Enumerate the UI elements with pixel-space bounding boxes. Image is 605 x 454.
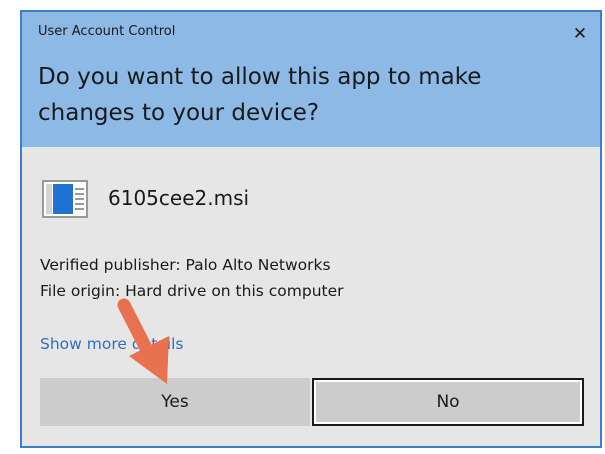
uac-dialog: User Account Control ✕ Do you want to al… (20, 10, 602, 448)
window-title: User Account Control (38, 24, 176, 39)
dialog-header: User Account Control ✕ Do you want to al… (22, 12, 600, 147)
close-button[interactable]: ✕ (570, 24, 590, 44)
verified-publisher: Verified publisher: Palo Alto Networks (40, 256, 331, 274)
installer-package-icon (42, 180, 88, 218)
screenshot-frame: User Account Control ✕ Do you want to al… (0, 0, 605, 454)
permission-question: Do you want to allow this app to make ch… (38, 64, 482, 126)
no-button[interactable]: No (312, 378, 584, 426)
file-origin: File origin: Hard drive on this computer (40, 282, 344, 300)
yes-button[interactable]: Yes (40, 378, 310, 426)
no-button-label: No (436, 392, 460, 412)
yes-button-label: Yes (161, 392, 189, 412)
show-more-details-link[interactable]: Show more details (40, 335, 183, 353)
app-file-name: 6105cee2.msi (108, 186, 250, 210)
